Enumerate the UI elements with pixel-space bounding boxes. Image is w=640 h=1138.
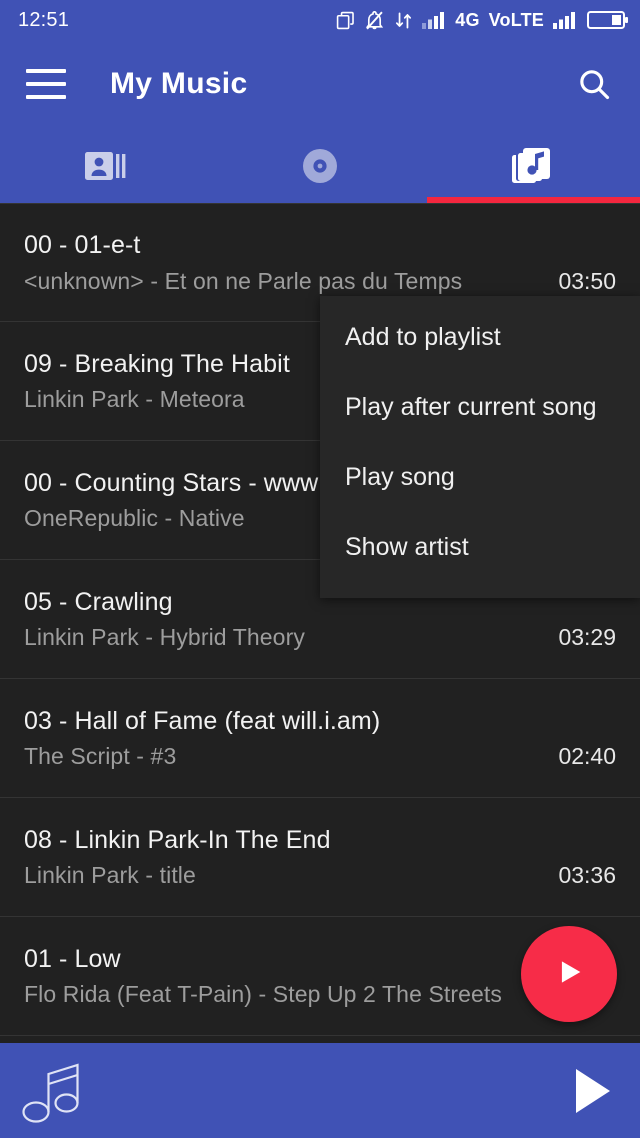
- battery-icon: [586, 9, 628, 31]
- hamburger-menu-icon[interactable]: [26, 69, 66, 99]
- tab-albums[interactable]: [213, 128, 426, 203]
- music-note-icon: [22, 1058, 84, 1124]
- context-menu[interactable]: Add to playlist Play after current song …: [320, 296, 640, 598]
- menu-item-show-artist[interactable]: Show artist: [320, 512, 640, 582]
- play-icon[interactable]: [572, 1067, 614, 1115]
- menu-item-add-to-playlist[interactable]: Add to playlist: [320, 302, 640, 372]
- signal-bars-2-icon: [553, 11, 577, 29]
- song-subtitle: Linkin Park - Hybrid Theory: [24, 624, 305, 651]
- signal-bars-icon: [422, 11, 446, 29]
- status-bar-icons: 4G VoLTE: [336, 9, 628, 31]
- list-item[interactable]: 08 - Linkin Park-In The End Linkin Park …: [0, 798, 640, 917]
- status-bar: 12:51 4G VoLTE: [0, 0, 640, 40]
- tab-artists[interactable]: [0, 128, 213, 203]
- now-playing-bar[interactable]: [0, 1043, 640, 1138]
- tab-songs[interactable]: [426, 128, 640, 203]
- screenshot-icon: [336, 11, 355, 30]
- volte-label: VoLTE: [488, 9, 544, 30]
- list-item[interactable]: 03 - Hall of Fame (feat will.i.am) The S…: [0, 679, 640, 798]
- song-subtitle: <unknown> - Et on ne Parle pas du Temps: [24, 267, 463, 294]
- page-title: My Music: [110, 67, 248, 100]
- menu-item-play-after-current-song[interactable]: Play after current song: [320, 372, 640, 442]
- play-fab-button[interactable]: [521, 926, 617, 1022]
- song-duration: 02:40: [558, 743, 616, 770]
- song-title: 00 - 01-e-t: [24, 231, 141, 260]
- menu-item-play-song[interactable]: Play song: [320, 442, 640, 512]
- song-subtitle: The Script - #3: [24, 743, 177, 770]
- search-icon[interactable]: [574, 64, 614, 104]
- network-type-label: 4G: [455, 9, 480, 30]
- song-title: 03 - Hall of Fame (feat will.i.am): [24, 706, 381, 735]
- song-subtitle: OneRepublic - Native: [24, 505, 245, 532]
- status-bar-clock: 12:51: [18, 8, 70, 31]
- silent-mode-icon: [364, 10, 385, 31]
- music-app-screen: 12:51 4G VoLTE My Music 00 - 01-e-t <unk…: [0, 0, 640, 1138]
- app-bar: My Music: [0, 40, 640, 128]
- song-subtitle: Flo Rida (Feat T-Pain) - Step Up 2 The S…: [24, 981, 503, 1008]
- song-duration: 03:50: [558, 267, 616, 294]
- play-icon: [552, 955, 586, 994]
- song-subtitle: Linkin Park - Meteora: [24, 386, 245, 413]
- song-subtitle: Linkin Park - title: [24, 862, 196, 889]
- tab-bar: [0, 128, 640, 203]
- song-title: 08 - Linkin Park-In The End: [24, 825, 331, 854]
- song-duration: 03:29: [558, 624, 616, 651]
- song-duration: 03:36: [558, 862, 616, 889]
- data-transfer-icon: [394, 11, 413, 30]
